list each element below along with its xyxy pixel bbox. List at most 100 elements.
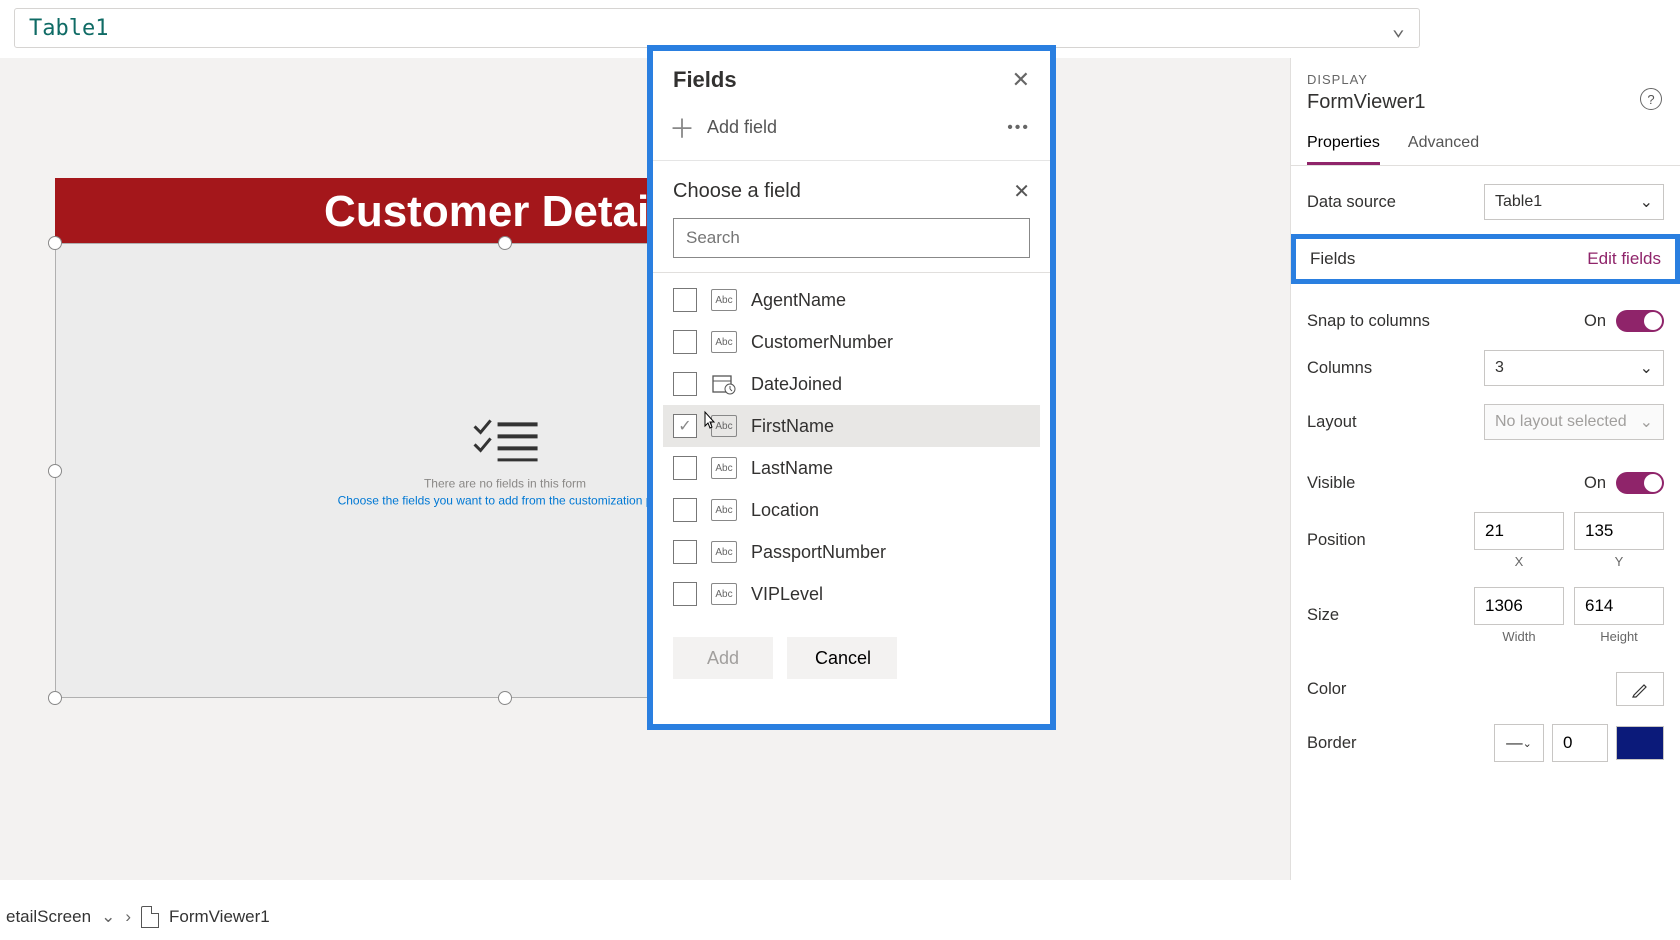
breadcrumb-screen[interactable]: etailScreen — [6, 907, 91, 927]
checkbox[interactable] — [673, 288, 697, 312]
fields-panel: Fields ✕ ＋ Add field ••• Choose a field … — [647, 45, 1056, 730]
text-icon: Abc — [711, 583, 737, 605]
chevron-down-icon[interactable]: ⌄ — [1392, 16, 1405, 41]
close-icon[interactable]: ✕ — [1012, 67, 1030, 93]
field-name: LastName — [751, 458, 833, 479]
columns-select[interactable]: 3⌄ — [1484, 350, 1664, 386]
text-icon: Abc — [711, 289, 737, 311]
field-name: CustomerNumber — [751, 332, 893, 353]
edit-fields-link[interactable]: Edit fields — [1587, 249, 1661, 269]
search-input[interactable] — [673, 218, 1030, 258]
size-label: Size — [1307, 606, 1474, 625]
data-source-select[interactable]: Table1⌄ — [1484, 184, 1664, 220]
text-icon: Abc — [711, 541, 737, 563]
checkbox[interactable] — [673, 414, 697, 438]
position-x-input[interactable] — [1474, 512, 1564, 550]
properties-tabs: Properties Advanced — [1291, 126, 1680, 166]
field-name: DateJoined — [751, 374, 842, 395]
more-icon[interactable]: ••• — [1007, 119, 1030, 137]
data-source-label: Data source — [1307, 193, 1484, 212]
empty-text-1: There are no fields in this form — [338, 476, 673, 490]
divider — [653, 272, 1050, 273]
field-row-customernumber[interactable]: Abc CustomerNumber — [663, 321, 1040, 363]
text-icon: Abc — [711, 499, 737, 521]
text-icon: Abc — [711, 415, 737, 437]
border-color-picker[interactable] — [1616, 726, 1664, 760]
checkbox[interactable] — [673, 372, 697, 396]
color-picker[interactable] — [1616, 672, 1664, 706]
chevron-right-icon: › — [125, 907, 131, 927]
columns-label: Columns — [1307, 359, 1484, 378]
visible-toggle[interactable] — [1616, 472, 1664, 494]
field-name: VIPLevel — [751, 584, 823, 605]
field-name: FirstName — [751, 416, 834, 437]
snap-value: On — [1584, 312, 1606, 331]
checklist-icon — [470, 416, 540, 461]
formula-value: Table1 — [29, 16, 108, 41]
border-width-input[interactable] — [1552, 724, 1608, 762]
checkbox[interactable] — [673, 498, 697, 522]
resize-handle[interactable] — [48, 464, 62, 478]
visible-value: On — [1584, 474, 1606, 493]
resize-handle[interactable] — [498, 236, 512, 250]
checkbox[interactable] — [673, 330, 697, 354]
position-y-input[interactable] — [1574, 512, 1664, 550]
checkbox[interactable] — [673, 540, 697, 564]
field-row-lastname[interactable]: Abc LastName — [663, 447, 1040, 489]
cancel-button[interactable]: Cancel — [787, 637, 897, 679]
properties-pane: DISPLAY FormViewer1 ? Properties Advance… — [1290, 58, 1680, 880]
field-row-passportnumber[interactable]: Abc PassportNumber — [663, 531, 1040, 573]
control-name: FormViewer1 — [1307, 91, 1664, 114]
add-field-row[interactable]: ＋ Add field ••• — [653, 103, 1050, 160]
visible-label: Visible — [1307, 474, 1584, 493]
form-icon — [141, 906, 159, 928]
plus-icon: ＋ — [669, 109, 695, 146]
size-width-input[interactable] — [1474, 587, 1564, 625]
field-list: Abc AgentName Abc CustomerNumber DateJoined A… — [673, 279, 1030, 615]
checkbox[interactable] — [673, 456, 697, 480]
field-row-agentname[interactable]: Abc AgentName — [663, 279, 1040, 321]
display-label: DISPLAY — [1307, 72, 1664, 87]
snap-toggle[interactable] — [1616, 310, 1664, 332]
position-label: Position — [1307, 531, 1474, 550]
fields-label: Fields — [1310, 249, 1355, 269]
breadcrumb: etailScreen ⌄ › FormViewer1 — [0, 906, 276, 928]
help-icon[interactable]: ? — [1640, 88, 1662, 110]
size-height-input[interactable] — [1574, 587, 1664, 625]
calendar-icon — [711, 373, 737, 395]
resize-handle[interactable] — [498, 691, 512, 705]
formula-bar[interactable]: Table1 ⌄ — [14, 8, 1420, 48]
layout-label: Layout — [1307, 413, 1484, 432]
add-field-label: Add field — [707, 117, 777, 138]
color-label: Color — [1307, 680, 1616, 699]
field-name: PassportNumber — [751, 542, 886, 563]
resize-handle[interactable] — [48, 691, 62, 705]
close-icon[interactable]: ✕ — [1013, 179, 1030, 204]
border-label: Border — [1307, 734, 1494, 753]
text-icon: Abc — [711, 331, 737, 353]
fields-property-highlight: Fields Edit fields — [1291, 234, 1680, 284]
tab-advanced[interactable]: Advanced — [1408, 126, 1479, 165]
field-name: AgentName — [751, 290, 846, 311]
chevron-down-icon: ⌄ — [1640, 412, 1653, 432]
empty-text-2[interactable]: Choose the fields you want to add from t… — [338, 493, 673, 507]
field-row-viplevel[interactable]: Abc VIPLevel — [663, 573, 1040, 615]
choose-field-title: Choose a field — [673, 180, 801, 203]
field-row-location[interactable]: AbcLocation — [663, 489, 1040, 531]
choose-field-popup: Choose a field ✕ Abc AgentName Abc Customer… — [653, 160, 1050, 679]
fields-panel-title: Fields — [673, 67, 737, 93]
field-row-firstname[interactable]: Abc FirstName — [663, 405, 1040, 447]
checkbox[interactable] — [673, 582, 697, 606]
text-icon: Abc — [711, 457, 737, 479]
form-title: Customer Details — [324, 187, 686, 237]
breadcrumb-control[interactable]: FormViewer1 — [169, 907, 270, 927]
field-row-datejoined[interactable]: DateJoined — [663, 363, 1040, 405]
snap-label: Snap to columns — [1307, 312, 1584, 331]
chevron-down-icon: ⌄ — [1640, 192, 1653, 212]
add-button[interactable]: Add — [673, 637, 773, 679]
tab-properties[interactable]: Properties — [1307, 126, 1380, 165]
chevron-down-icon[interactable]: ⌄ — [101, 907, 115, 927]
border-style-select[interactable]: — ⌄ — [1494, 724, 1544, 762]
resize-handle[interactable] — [48, 236, 62, 250]
layout-select: No layout selected⌄ — [1484, 404, 1664, 440]
